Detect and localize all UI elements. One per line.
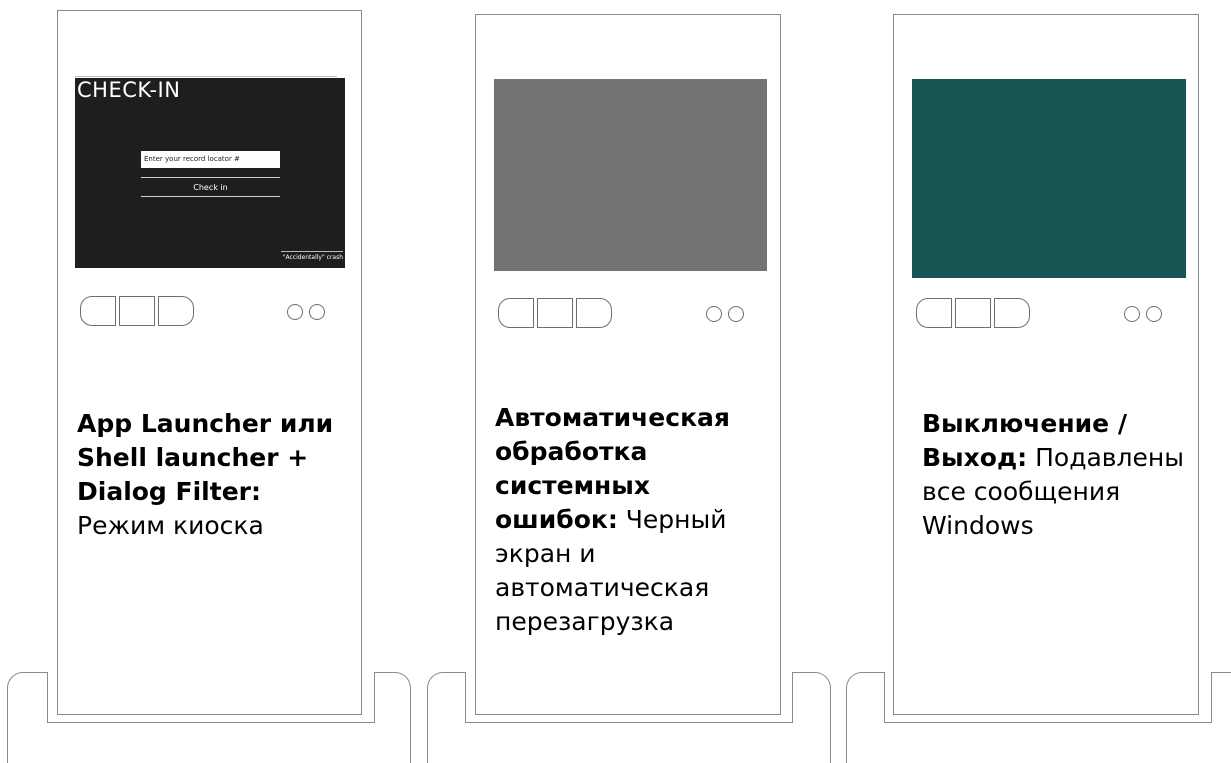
middle-button[interactable] — [537, 298, 573, 328]
right-button[interactable] — [158, 296, 194, 326]
kiosk-3-indicators — [1118, 306, 1162, 322]
kiosk-2-buttons — [498, 298, 612, 328]
input-divider — [141, 177, 280, 178]
kiosk-1-description: App Launcher или Shell launcher + Dialog… — [77, 407, 352, 543]
indicator-dot — [309, 304, 325, 320]
checkin-title: CHECK-IN — [77, 78, 181, 102]
indicator-dot — [1124, 306, 1140, 322]
kiosk-2-screen — [494, 79, 767, 271]
kiosk-1-indicators — [281, 304, 325, 320]
middle-button[interactable] — [955, 298, 991, 328]
crash-link[interactable]: "Accidentally" crash — [281, 251, 343, 261]
kiosk-1-buttons — [80, 296, 194, 326]
left-button[interactable] — [80, 296, 116, 326]
indicator-dot — [1146, 306, 1162, 322]
check-in-button[interactable]: Check in — [141, 179, 280, 197]
kiosk-2-indicators — [700, 306, 744, 322]
record-locator-input[interactable] — [141, 151, 280, 168]
indicator-dot — [728, 306, 744, 322]
indicator-dot — [287, 304, 303, 320]
right-button[interactable] — [576, 298, 612, 328]
kiosk-3-screen — [912, 79, 1186, 278]
right-button[interactable] — [994, 298, 1030, 328]
left-button[interactable] — [916, 298, 952, 328]
button-divider — [141, 196, 280, 197]
kiosk-3-buttons — [916, 298, 1030, 328]
kiosk-3-description: Выключение / Выход: Подавлены все сообще… — [922, 407, 1192, 543]
left-button[interactable] — [498, 298, 534, 328]
kiosk-1-desc-bold: App Launcher или Shell launcher + Dialog… — [77, 409, 334, 506]
kiosk-2-description: Автоматическая обработка системных ошибо… — [495, 401, 770, 639]
screen-top-line — [75, 76, 337, 77]
kiosk-1-screen: CHECK-IN Check in "Accidentally" crash — [75, 78, 345, 268]
middle-button[interactable] — [119, 296, 155, 326]
kiosk-1-desc-text: Режим киоска — [77, 511, 264, 540]
indicator-dot — [706, 306, 722, 322]
